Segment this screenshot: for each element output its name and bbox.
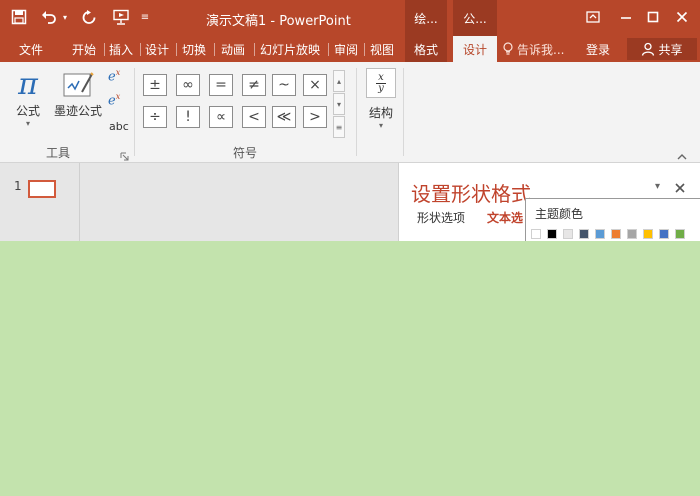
slide-thumbnails-pane: 1 (0, 163, 80, 241)
color-swatch[interactable] (659, 229, 669, 239)
symbol-less-than[interactable]: < (242, 106, 266, 128)
dialog-launcher-icon[interactable] (120, 146, 130, 161)
customize-qat-icon[interactable]: ≡ (138, 6, 152, 28)
color-swatch[interactable] (627, 229, 637, 239)
gallery-scroll-up-icon[interactable]: ▴ (333, 70, 345, 92)
tab-insert[interactable]: 插入 (105, 36, 137, 62)
structures-button[interactable]: xy 结构 ▾ (364, 68, 398, 130)
group-divider (356, 68, 357, 156)
tab-shape-options[interactable]: 形状选项 (417, 209, 465, 226)
symbol-proportional[interactable]: ∝ (209, 106, 233, 128)
structures-label: 结构 (368, 106, 393, 120)
gallery-scroll-down-icon[interactable]: ▾ (333, 93, 345, 115)
slide-number: 1 (14, 179, 22, 193)
tab-review[interactable]: 审阅 (329, 36, 363, 62)
ribbon-panel: π 公式 ▾ 墨迹公式 ex ex abc 工具 ± ∞ = ≠ ~ × ÷ !… (0, 62, 700, 163)
linear-format-icon[interactable]: ex (108, 92, 130, 114)
symbol-equals[interactable]: = (209, 74, 233, 96)
symbol-plus-minus[interactable]: ± (143, 74, 167, 96)
symbol-not-equal[interactable]: ≠ (242, 74, 266, 96)
undo-icon[interactable] (38, 6, 60, 28)
ribbon-tab-bar: 文件 开始 插入 设计 切换 动画 幻灯片放映 审阅 视图 格式 设计 告诉我.… (0, 36, 700, 62)
symbol-times[interactable]: × (303, 74, 327, 96)
symbols-group-label: 符号 (233, 146, 258, 160)
maximize-icon[interactable] (641, 6, 665, 28)
color-swatch[interactable] (611, 229, 621, 239)
pane-close-icon[interactable] (674, 179, 686, 198)
symbol-factorial[interactable]: ! (176, 106, 200, 128)
tab-animations[interactable]: 动画 (215, 36, 251, 62)
tab-format[interactable]: 格式 (405, 36, 447, 62)
drawing-tools-context: 绘... (405, 0, 447, 36)
undo-dropdown-icon[interactable]: ▾ (60, 6, 70, 28)
person-icon (641, 42, 655, 56)
color-swatch[interactable] (675, 229, 685, 239)
chevron-down-icon: ▾ (378, 121, 383, 130)
tab-file[interactable]: 文件 (8, 36, 54, 62)
pi-icon: π (18, 67, 38, 102)
symbol-tilde[interactable]: ~ (272, 74, 296, 96)
ink-equation-button[interactable]: 墨迹公式 (52, 68, 104, 119)
slide-canvas (0, 241, 700, 496)
tab-text-options[interactable]: 文本选 (487, 209, 523, 226)
ink-equation-label: 墨迹公式 (53, 104, 102, 118)
chevron-down-icon: ▾ (25, 119, 30, 128)
pane-options-icon[interactable]: ▾ (655, 181, 660, 192)
ink-equation-icon (62, 68, 94, 102)
group-divider (403, 68, 404, 156)
symbol-much-less-than[interactable]: ≪ (272, 106, 296, 128)
close-icon[interactable] (670, 6, 694, 28)
theme-color-popup: 主题颜色 (525, 198, 700, 242)
slide-thumbnail[interactable] (28, 180, 56, 198)
share-label: 共享 (658, 42, 683, 57)
color-swatch[interactable] (579, 229, 589, 239)
normal-text-button[interactable]: abc (109, 120, 129, 133)
sign-in-link[interactable]: 登录 (586, 36, 610, 62)
tab-view[interactable]: 视图 (365, 36, 399, 62)
theme-colors-title: 主题颜色 (535, 207, 584, 221)
color-swatch[interactable] (643, 229, 653, 239)
collapse-ribbon-icon[interactable] (677, 146, 689, 160)
color-swatch[interactable] (531, 229, 541, 239)
tab-transitions[interactable]: 切换 (177, 36, 211, 62)
symbol-greater-than[interactable]: > (303, 106, 327, 128)
fraction-icon: xy (366, 68, 396, 98)
title-bar: ▾ ≡ 演示文稿1 - PowerPoint 绘... 公... (0, 0, 700, 36)
powerpoint-window: ▾ ≡ 演示文稿1 - PowerPoint 绘... 公... 文件 开始 插… (0, 0, 700, 496)
lightbulb-icon (502, 42, 514, 56)
minimize-icon[interactable] (614, 6, 638, 28)
redo-icon[interactable] (78, 6, 100, 28)
equation-button[interactable]: π 公式 ▾ (10, 67, 46, 129)
symbol-infinity[interactable]: ∞ (176, 74, 200, 96)
group-divider (134, 68, 135, 156)
share-button[interactable]: 共享 (627, 38, 697, 60)
symbol-divide[interactable]: ÷ (143, 106, 167, 128)
tab-slideshow[interactable]: 幻灯片放映 (255, 36, 325, 62)
equation-label: 公式 (15, 104, 40, 118)
tools-group-label: 工具 (46, 146, 71, 160)
window-title: 演示文稿1 - PowerPoint (206, 14, 351, 29)
slide-editing-area (80, 163, 397, 241)
pane-title: 设置形状格式 (411, 182, 531, 206)
tell-me-label: 告诉我... (517, 42, 565, 57)
tab-home[interactable]: 开始 (64, 36, 104, 62)
tab-design[interactable]: 设计 (141, 36, 173, 62)
color-swatch[interactable] (595, 229, 605, 239)
tab-equation-design[interactable]: 设计 (453, 36, 497, 62)
color-swatch[interactable] (547, 229, 557, 239)
start-from-beginning-icon[interactable] (110, 6, 132, 28)
save-icon[interactable] (8, 6, 30, 28)
equation-tools-context: 公... (453, 0, 497, 36)
professional-format-icon[interactable]: ex (108, 68, 130, 90)
gallery-more-icon[interactable]: ≡ (333, 116, 345, 138)
color-swatch[interactable] (563, 229, 573, 239)
tell-me-box[interactable]: 告诉我... (502, 36, 564, 62)
ribbon-display-options-icon[interactable] (581, 6, 605, 28)
